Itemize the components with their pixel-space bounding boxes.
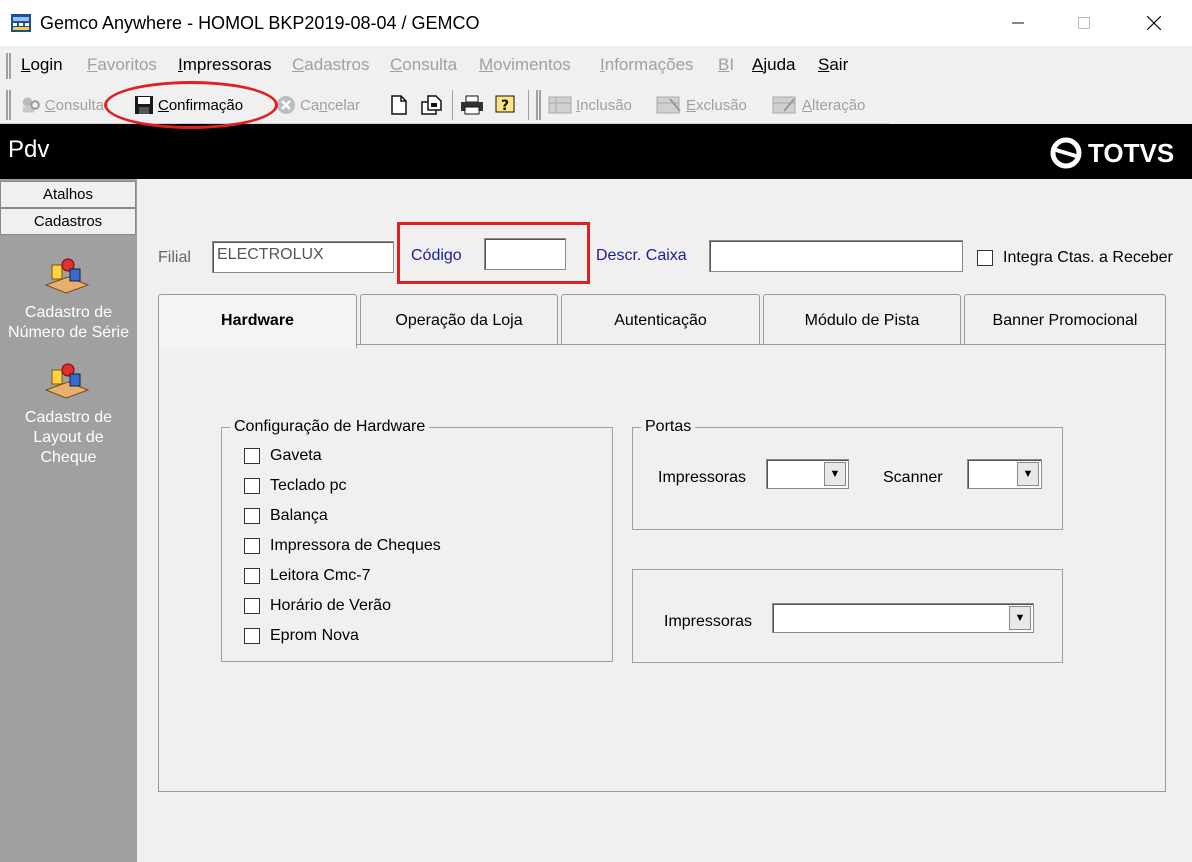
option-eprom-nova[interactable]: Eprom Nova [244, 627, 359, 645]
menu-grip [6, 53, 11, 79]
module-header: Pdv TOTVS [0, 124, 1192, 179]
tab-hardware[interactable]: Hardware [158, 294, 357, 348]
help-query-icon: ? [495, 95, 515, 114]
portas-impressoras-select[interactable]: ▼ [766, 459, 849, 489]
printer-impressoras-label: Impressoras [664, 613, 753, 630]
menu-login[interactable]: Login [21, 55, 63, 75]
cadastro-layout-cheque-label[interactable]: Cadastro de Layout de Cheque [0, 408, 137, 468]
portas-title: Portas [645, 418, 692, 435]
cadastro-numero-serie-label[interactable]: Cadastro de Número de Série [0, 303, 137, 343]
option-leitora-cmc7[interactable]: Leitora Cmc-7 [244, 567, 370, 585]
maximize-button[interactable] [1061, 0, 1107, 46]
integra-ctas-label: Integra Ctas. a Receber [1003, 249, 1173, 266]
svg-text:?: ? [501, 98, 509, 114]
menu-impressoras[interactable]: Impressoras [178, 55, 272, 75]
filial-field[interactable]: ELECTROLUX [212, 241, 394, 273]
descr-caixa-field[interactable] [709, 240, 963, 272]
toolbar-separator [528, 90, 529, 120]
consulta-button[interactable]: Consulta [20, 92, 104, 118]
scanner-label: Scanner [883, 469, 943, 486]
balanca-checkbox[interactable] [244, 508, 260, 524]
toolbar-separator [452, 90, 453, 120]
help-button[interactable]: ? [494, 92, 518, 118]
menu-favoritos[interactable]: Favoritos [87, 55, 157, 75]
option-horario-verao[interactable]: Horário de Verão [244, 597, 391, 615]
totvs-logo-icon [1050, 137, 1082, 169]
title-bar: Gemco Anywhere - HOMOL BKP2019-08-04 / G… [0, 0, 1192, 46]
module-title: Pdv [8, 136, 50, 163]
menu-ajuda[interactable]: Ajuda [752, 55, 795, 75]
gaveta-checkbox[interactable] [244, 448, 260, 464]
chevron-down-icon[interactable]: ▼ [1009, 606, 1031, 630]
new-document-button[interactable] [390, 92, 408, 118]
tab-banner-promocional[interactable]: Banner Promocional [964, 294, 1166, 346]
minimize-button[interactable] [995, 0, 1041, 46]
cadastro-numero-serie-icon[interactable] [40, 255, 92, 295]
menu-bar: Login Favoritos Impressoras Cadastros Co… [0, 47, 1192, 85]
eprom-nova-checkbox[interactable] [244, 628, 260, 644]
tab-autenticacao[interactable]: Autenticação [561, 294, 760, 346]
toolbar-grip [536, 90, 541, 120]
new-document-icon [391, 95, 407, 115]
option-gaveta[interactable]: Gaveta [244, 447, 322, 465]
annotation-ellipse [104, 81, 278, 129]
menu-informacoes[interactable]: Informações [600, 55, 694, 75]
option-impressora-cheques[interactable]: Impressora de Cheques [244, 537, 441, 555]
side-panel: Atalhos Cadastros Cadastro de Número de … [0, 179, 137, 862]
filial-label: Filial [158, 249, 191, 266]
alteracao-button[interactable]: Alteração [772, 92, 865, 118]
cancelar-button[interactable]: Cancelar [276, 92, 360, 118]
app-icon [10, 12, 32, 34]
printer-impressoras-select[interactable]: ▼ [772, 603, 1034, 633]
teclado-pc-checkbox[interactable] [244, 478, 260, 494]
copy-document-icon [421, 95, 442, 115]
toolbar-grip [6, 90, 11, 120]
horario-verao-checkbox[interactable] [244, 598, 260, 614]
tab-modulo-pista[interactable]: Módulo de Pista [763, 294, 961, 346]
chevron-down-icon[interactable]: ▼ [1017, 462, 1039, 486]
option-teclado-pc[interactable]: Teclado pc [244, 477, 347, 495]
copy-document-button[interactable] [420, 92, 444, 118]
menu-consulta[interactable]: Consulta [390, 55, 457, 75]
atalhos-button[interactable]: Atalhos [0, 181, 136, 208]
impressora-cheques-checkbox[interactable] [244, 538, 260, 554]
inclusion-grid-icon [548, 96, 572, 114]
scanner-select[interactable]: ▼ [967, 459, 1042, 489]
menu-cadastros[interactable]: Cadastros [292, 55, 369, 75]
cadastros-button[interactable]: Cadastros [0, 208, 136, 235]
cadastro-layout-cheque-icon[interactable] [40, 360, 92, 400]
exclusao-button[interactable]: Exclusão [656, 92, 747, 118]
menu-sair[interactable]: Sair [818, 55, 848, 75]
totvs-logo: TOTVS [1050, 137, 1174, 169]
hardware-config-title: Configuração de Hardware [234, 418, 426, 435]
window-title: Gemco Anywhere - HOMOL BKP2019-08-04 / G… [40, 13, 480, 33]
print-button[interactable] [460, 92, 484, 118]
leitora-cmc7-checkbox[interactable] [244, 568, 260, 584]
portas-impressoras-label: Impressoras [658, 469, 747, 486]
menu-bi[interactable]: BI [718, 55, 734, 75]
search-people-icon [22, 97, 40, 113]
cancel-icon [277, 96, 295, 114]
descr-caixa-label: Descr. Caixa [596, 247, 687, 264]
inclusao-button[interactable]: Inclusão [548, 92, 632, 118]
tab-operacao-loja[interactable]: Operação da Loja [360, 294, 558, 346]
exclusion-grid-icon [656, 96, 681, 114]
alteration-grid-icon [772, 96, 796, 114]
close-button[interactable] [1131, 0, 1177, 46]
annotation-rectangle [397, 222, 590, 284]
chevron-down-icon[interactable]: ▼ [824, 462, 846, 486]
option-balanca[interactable]: Balança [244, 507, 328, 525]
integra-ctas-checkbox[interactable] [977, 250, 993, 266]
menu-movimentos[interactable]: Movimentos [479, 55, 571, 75]
printer-icon [461, 95, 483, 115]
